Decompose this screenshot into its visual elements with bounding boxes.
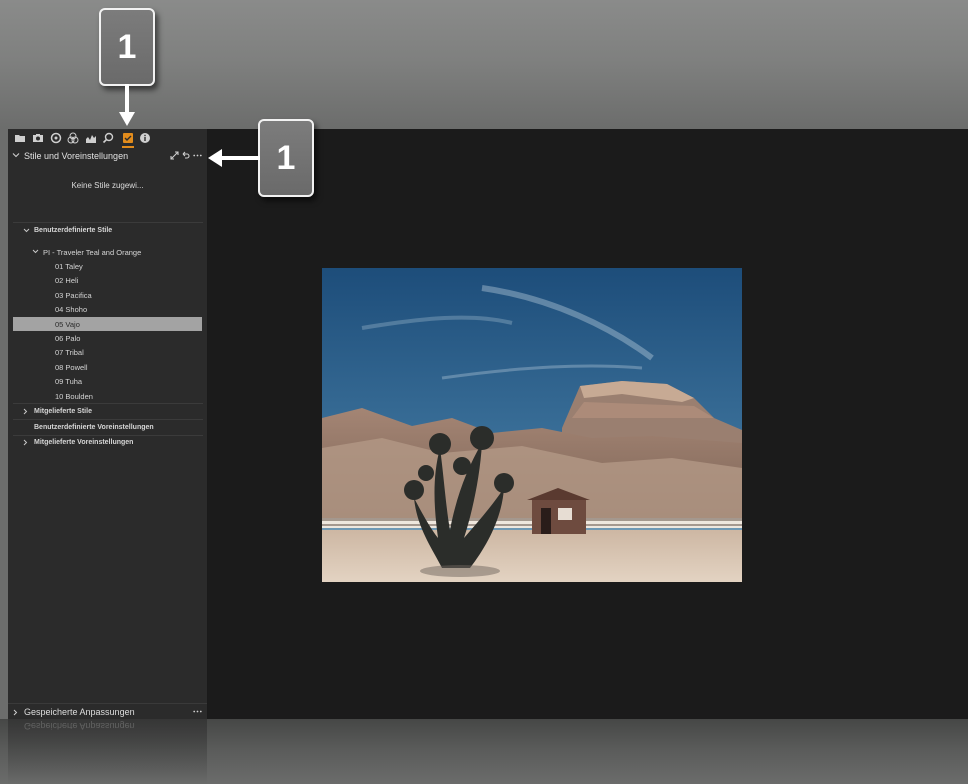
layers-icon[interactable]	[67, 132, 79, 144]
tool-tabs	[8, 129, 207, 148]
style-item-label: 05 Vajo	[55, 319, 80, 329]
style-item-label: 04 Shoho	[55, 305, 88, 315]
group-user-presets[interactable]: Benutzerdefinierte Voreinstellungen	[8, 421, 207, 435]
chevron-down-icon[interactable]	[23, 227, 30, 234]
photo-preview[interactable]	[322, 268, 742, 582]
style-item[interactable]: 04 Shoho	[13, 302, 202, 316]
section-title: Stile und Voreinstellungen	[24, 151, 129, 161]
style-item-label: 10 Boulden	[55, 391, 93, 401]
applied-styles-empty: Keine Stile zugewi...	[71, 181, 144, 190]
style-item-label: 03 Pacifica	[55, 290, 92, 300]
style-item[interactable]: 05 Vajo	[13, 316, 202, 331]
style-item-label: 02 Heli	[55, 276, 79, 286]
style-item[interactable]: 09 Tuha	[13, 374, 202, 388]
tool-panel: Stile und Voreinstellungen Keine Stile z…	[8, 129, 208, 719]
style-item[interactable]: 07 Tribal	[13, 345, 202, 359]
folder-icon[interactable]	[14, 132, 26, 144]
window-reflection: Gespeicherte Anpassungen	[0, 719, 968, 784]
styles-presets-header[interactable]: Stile und Voreinstellungen	[8, 148, 207, 165]
histogram-icon[interactable]	[85, 132, 97, 144]
style-pack-row[interactable]: PI - Traveler Teal and Orange	[8, 245, 207, 259]
expand-icon[interactable]	[170, 151, 179, 160]
group-label: Mitgelieferte Stile	[34, 408, 92, 415]
group-label: Benutzerdefinierte Stile	[34, 227, 113, 234]
chevron-right-icon[interactable]	[22, 439, 29, 446]
saved-adjustments-title: Gespeicherte Anpassungen	[24, 707, 135, 717]
style-item[interactable]: 02 Heli	[13, 273, 202, 287]
info-icon[interactable]	[139, 132, 151, 144]
divider	[13, 419, 203, 420]
group-bundled-styles[interactable]: Mitgelieferte Stile	[8, 405, 207, 419]
style-item-label: 07 Tribal	[55, 348, 84, 358]
chevron-right-icon[interactable]	[12, 708, 19, 716]
style-item[interactable]: 08 Powell	[13, 360, 202, 374]
group-label: Mitgelieferte Voreinstellungen	[34, 439, 134, 446]
style-pack-label: PI - Traveler Teal and Orange	[43, 248, 142, 257]
arrow-left-icon	[208, 149, 260, 167]
landscape-image	[322, 268, 742, 582]
style-item[interactable]: 03 Pacifica	[13, 288, 202, 302]
callout-badge-right: 1	[258, 119, 314, 197]
more-icon[interactable]	[193, 151, 202, 160]
chevron-down-icon[interactable]	[32, 248, 39, 255]
divider	[13, 403, 203, 404]
camera-icon[interactable]	[32, 132, 44, 144]
group-user-styles[interactable]: Benutzerdefinierte Stile	[8, 224, 207, 238]
style-item[interactable]: 10 Boulden	[13, 389, 202, 403]
style-item[interactable]: 01 Taley	[13, 259, 202, 273]
style-item-label: 09 Tuha	[55, 377, 83, 387]
more-icon[interactable]	[193, 707, 202, 716]
search-icon[interactable]	[102, 132, 114, 144]
callout-badge-top: 1	[99, 8, 155, 86]
saved-adjustments-header[interactable]: Gespeicherte Anpassungen	[8, 703, 207, 720]
reset-icon[interactable]	[181, 151, 190, 160]
style-item-label: 08 Powell	[55, 362, 88, 372]
divider	[13, 222, 203, 223]
color-wheel-icon[interactable]	[50, 132, 62, 144]
chevron-right-icon[interactable]	[22, 408, 29, 415]
style-item[interactable]: 06 Palo	[13, 331, 202, 345]
chevron-down-icon[interactable]	[12, 151, 20, 159]
arrow-down-icon	[119, 84, 135, 126]
styles-icon[interactable]	[122, 132, 134, 144]
reflection-text: Gespeicherte Anpassungen	[24, 721, 135, 731]
style-item-label: 01 Taley	[55, 262, 83, 271]
group-label: Benutzerdefinierte Voreinstellungen	[34, 424, 154, 431]
group-bundled-presets[interactable]: Mitgelieferte Voreinstellungen	[8, 436, 207, 450]
style-item-label: 06 Palo	[55, 334, 81, 343]
